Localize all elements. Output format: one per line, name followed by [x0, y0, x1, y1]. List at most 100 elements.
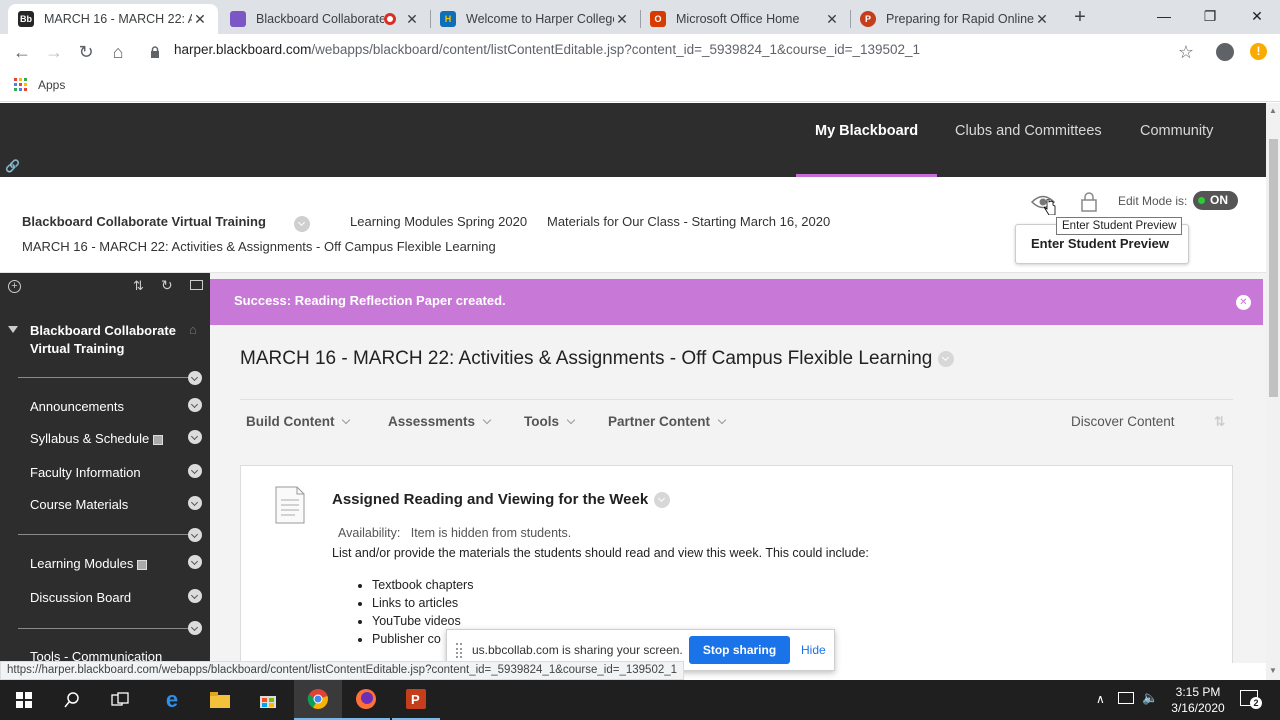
folder-icon[interactable] [190, 280, 203, 290]
menu-options-chevron-icon[interactable] [188, 621, 202, 635]
browser-tab-5[interactable]: P Preparing for Rapid Online ✕ [850, 4, 1060, 34]
sidebar-item-faculty-information[interactable]: Faculty Information [30, 465, 141, 480]
url-domain: harper.blackboard.com [174, 42, 312, 57]
browser-tab-4[interactable]: O Microsoft Office Home ✕ [640, 4, 850, 34]
update-alert-icon[interactable]: ! [1250, 43, 1267, 60]
tools-menu[interactable]: Tools [524, 414, 576, 429]
drag-handle-icon[interactable] [456, 643, 462, 658]
chrome-icon[interactable] [294, 680, 342, 720]
tab-title: MARCH 16 - MARCH 22: Ac [44, 12, 192, 26]
course-menu-chevron-icon[interactable] [294, 215, 310, 232]
lock-icon[interactable] [1080, 192, 1098, 212]
success-banner: Success: Reading Reflection Paper create… [210, 279, 1263, 325]
stop-sharing-button[interactable]: Stop sharing [689, 636, 790, 664]
powerpoint-icon[interactable]: P [392, 680, 440, 720]
sidebar-item-discussion-board[interactable]: Discussion Board [30, 590, 131, 605]
item-menu-chevron-icon[interactable] [654, 492, 671, 509]
firefox-icon[interactable] [342, 680, 390, 720]
apps-grid-icon[interactable] [14, 78, 28, 92]
new-tab-icon[interactable]: + [1068, 6, 1092, 30]
close-tab-icon[interactable]: ✕ [404, 11, 420, 28]
search-icon[interactable] [48, 680, 96, 720]
minimize-icon[interactable]: — [1144, 4, 1184, 28]
reload-icon[interactable]: ↻ [74, 40, 98, 64]
browser-tab-3[interactable]: H Welcome to Harper College ✕ [430, 4, 640, 34]
browser-tab-1[interactable]: Bb MARCH 16 - MARCH 22: Ac ✕ [8, 4, 218, 34]
menu-options-chevron-icon[interactable] [188, 496, 202, 510]
nav-my-blackboard[interactable]: My Blackboard [815, 123, 918, 139]
network-icon[interactable] [1118, 692, 1134, 704]
sidebar-item-course-materials[interactable]: Course Materials [30, 497, 128, 512]
breadcrumb-course[interactable]: Blackboard Collaborate Virtual Training [22, 214, 266, 229]
bookmark-star-icon[interactable]: ☆ [1174, 40, 1198, 64]
link-icon[interactable]: 🔗 [5, 159, 20, 173]
course-home-icon[interactable]: ⌂ [189, 322, 197, 337]
menu-options-chevron-icon[interactable] [188, 589, 202, 603]
scroll-up-icon[interactable]: ▲ [1269, 106, 1277, 115]
back-icon[interactable]: ← [10, 40, 34, 64]
notifications-icon[interactable]: 2 [1240, 690, 1262, 709]
reorder-icon[interactable]: ⇅ [133, 278, 144, 294]
powerpoint-favicon-icon: P [860, 11, 876, 27]
breadcrumb-materials[interactable]: Materials for Our Class - Starting March… [547, 214, 830, 229]
vertical-scrollbar[interactable]: ▲ ▼ [1266, 103, 1280, 680]
menu-options-chevron-icon[interactable] [188, 528, 202, 542]
discover-content-button[interactable]: Discover Content [1071, 414, 1175, 429]
collapse-triangle-icon[interactable] [8, 326, 18, 333]
partner-content-menu[interactable]: Partner Content [608, 414, 727, 429]
sidebar-item-announcements[interactable]: Announcements [30, 399, 124, 414]
close-tab-icon[interactable]: ✕ [824, 11, 840, 28]
page-title: MARCH 16 - MARCH 22: Activities & Assign… [240, 348, 955, 370]
menu-options-chevron-icon[interactable] [188, 555, 202, 569]
forward-icon[interactable]: → [42, 40, 66, 64]
scrollbar-thumb[interactable] [1269, 139, 1278, 397]
collaborate-favicon-icon [230, 11, 246, 27]
volume-icon[interactable]: 🔈 [1142, 690, 1158, 706]
task-view-icon[interactable] [96, 680, 144, 720]
item-title[interactable]: Assigned Reading and Viewing for the Wee… [332, 491, 671, 509]
menu-options-chevron-icon[interactable] [188, 464, 202, 478]
address-bar[interactable]: harper.blackboard.com/webapps/blackboard… [174, 42, 920, 57]
close-tab-icon[interactable]: ✕ [192, 11, 208, 28]
list-item: Textbook chapters [372, 576, 473, 594]
list-item: YouTube videos [372, 612, 473, 630]
nav-community[interactable]: Community [1140, 123, 1213, 139]
close-tab-icon[interactable]: ✕ [1034, 11, 1050, 28]
sidebar-item-syllabus[interactable]: Syllabus & Schedule [30, 431, 164, 446]
edit-mode-toggle[interactable]: ON [1193, 191, 1238, 210]
close-tab-icon[interactable]: ✕ [614, 11, 630, 28]
sidebar-item-learning-modules[interactable]: Learning Modules [30, 556, 148, 571]
hide-button[interactable]: Hide [801, 643, 826, 657]
windows-start-icon[interactable] [0, 680, 48, 720]
edge-browser-icon[interactable]: e [148, 680, 196, 720]
browser-tab-2[interactable]: Blackboard Collaborate ✕ [220, 4, 430, 34]
menu-options-chevron-icon[interactable] [188, 371, 202, 385]
reorder-icon[interactable]: ⇅ [1214, 414, 1225, 430]
assessments-menu[interactable]: Assessments [388, 414, 492, 429]
add-menu-item-icon[interactable]: + [8, 280, 21, 293]
availability-value: Item is hidden from students. [410, 526, 572, 540]
lock-icon[interactable] [150, 45, 160, 58]
refresh-icon[interactable]: ↻ [161, 277, 173, 294]
breadcrumb-learning-modules[interactable]: Learning Modules Spring 2020 [350, 214, 527, 229]
blackboard-favicon-icon: Bb [18, 11, 34, 27]
show-hidden-icons-icon[interactable]: ∧ [1096, 692, 1105, 706]
restore-icon[interactable]: ❐ [1190, 4, 1230, 28]
profile-avatar-icon[interactable] [1216, 43, 1234, 61]
home-icon[interactable]: ⌂ [106, 40, 130, 64]
store-icon[interactable] [244, 680, 292, 720]
file-explorer-icon[interactable] [196, 680, 244, 720]
clock[interactable]: 3:15 PM 3/16/2020 [1170, 684, 1226, 716]
apps-bookmark[interactable]: Apps [38, 78, 65, 92]
window-close-icon[interactable]: ✕ [1237, 4, 1277, 28]
menu-options-chevron-icon[interactable] [188, 430, 202, 444]
breadcrumb-current-page: MARCH 16 - MARCH 22: Activities & Assign… [22, 239, 496, 254]
page-title-chevron-icon[interactable] [938, 350, 955, 367]
nav-clubs-and-committees[interactable]: Clubs and Committees [955, 123, 1102, 139]
enter-student-preview-button[interactable]: Enter Student Preview [1031, 236, 1169, 251]
build-content-menu[interactable]: Build Content [246, 414, 351, 429]
scroll-down-icon[interactable]: ▼ [1269, 666, 1277, 675]
course-title[interactable]: Blackboard Collaborate Virtual Training [30, 322, 190, 358]
close-banner-icon[interactable]: ✕ [1236, 295, 1251, 310]
menu-options-chevron-icon[interactable] [188, 398, 202, 412]
